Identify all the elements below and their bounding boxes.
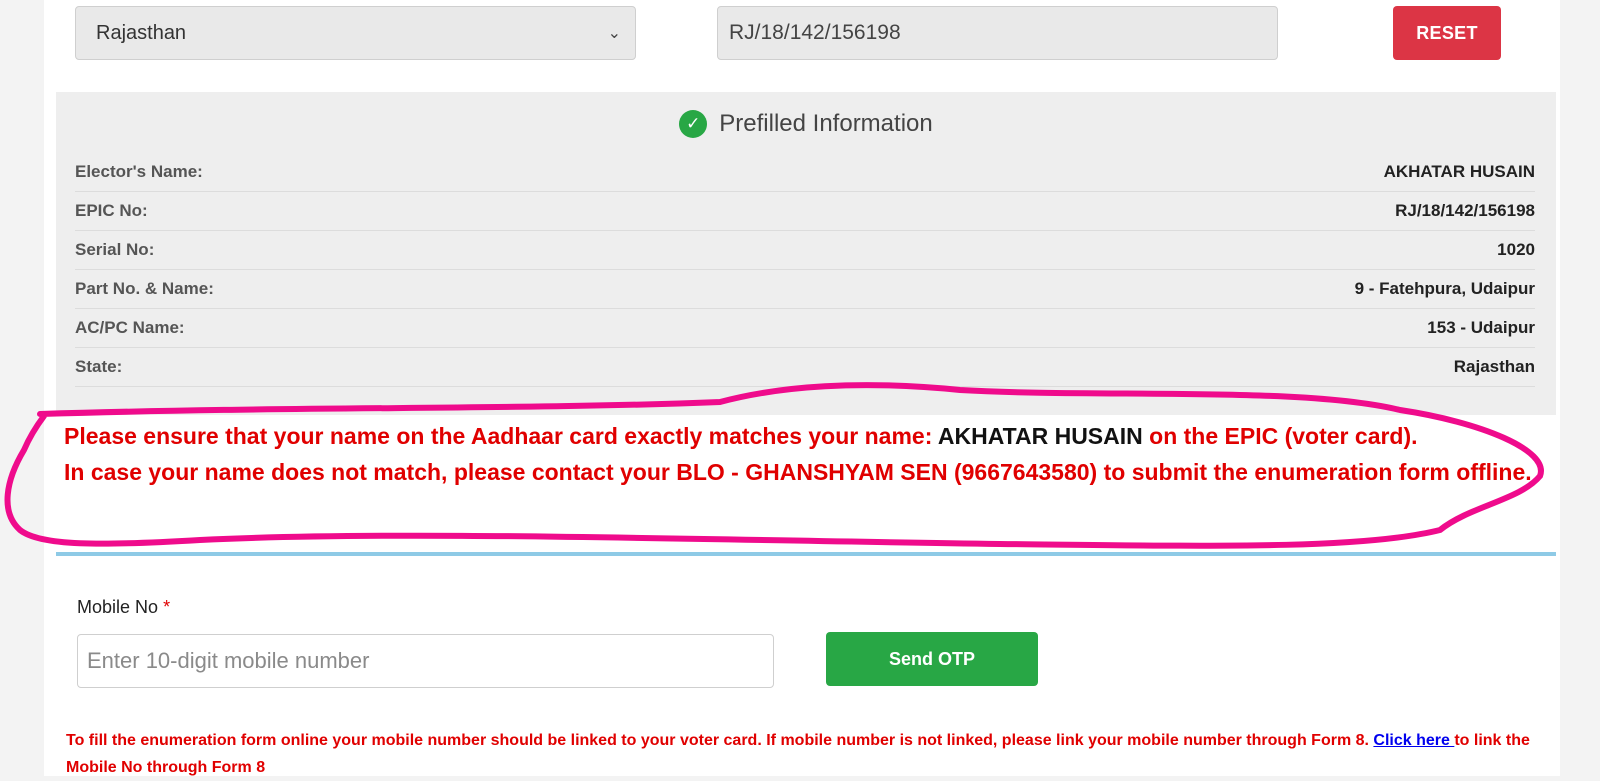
chevron-down-icon: ⌄ <box>607 25 621 42</box>
mobile-label-text: Mobile No <box>77 597 159 617</box>
mobile-number-input[interactable] <box>77 634 774 688</box>
reset-button[interactable]: RESET <box>1393 6 1501 60</box>
epic-number-field[interactable]: RJ/18/142/156198 <box>717 6 1278 60</box>
info-row-ac-pc-name: AC/PC Name: 153 - Udaipur <box>75 309 1535 348</box>
epic-number-value: RJ/18/142/156198 <box>729 21 901 44</box>
info-value: 1020 <box>1497 240 1535 259</box>
section-divider <box>56 552 1556 556</box>
send-otp-button[interactable]: Send OTP <box>826 632 1038 686</box>
warning-elector-name: AKHATAR HUSAIN <box>937 423 1143 449</box>
info-row-serial-no: Serial No: 1020 <box>75 231 1535 270</box>
warning-text: on the EPIC (voter card). <box>1142 423 1418 449</box>
info-value: 153 - Udaipur <box>1427 318 1535 337</box>
info-value: RJ/18/142/156198 <box>1395 201 1535 220</box>
warning-text: Please ensure that your name on the Aadh… <box>64 423 938 449</box>
mobile-label: Mobile No * <box>77 597 170 618</box>
state-select-value: Rajasthan <box>96 21 187 44</box>
info-row-epic-no: EPIC No: RJ/18/142/156198 <box>75 192 1535 231</box>
required-mark: * <box>163 597 171 617</box>
info-label: EPIC No: <box>75 201 148 220</box>
info-row-part-no: Part No. & Name: 9 - Fatehpura, Udaipur <box>75 270 1535 309</box>
prefilled-info-header: ✓ Prefilled Information <box>56 110 1556 138</box>
info-label: Serial No: <box>75 240 155 259</box>
info-value: Rajasthan <box>1453 357 1535 376</box>
check-circle-icon: ✓ <box>679 110 708 138</box>
info-value: 9 - Fatehpura, Udaipur <box>1354 279 1535 298</box>
info-label: State: <box>75 357 123 376</box>
prefilled-info-title: Prefilled Information <box>719 110 933 137</box>
warning-line-1: Please ensure that your name on the Aadh… <box>64 418 1534 454</box>
warning-line-2: In case your name does not match, please… <box>64 459 1532 485</box>
info-row-elector-name: Elector's Name: AKHATAR HUSAIN <box>75 153 1535 192</box>
form8-note-text: To fill the enumeration form online your… <box>66 732 1374 749</box>
form8-note: To fill the enumeration form online your… <box>66 727 1546 781</box>
name-mismatch-warning: Please ensure that your name on the Aadh… <box>64 418 1534 490</box>
info-label: Elector's Name: <box>75 162 203 181</box>
state-select[interactable]: Rajasthan ⌄ <box>75 6 636 60</box>
prefilled-info-panel: ✓ Prefilled Information Elector's Name: … <box>56 92 1556 415</box>
info-label: AC/PC Name: <box>75 318 185 337</box>
form8-click-here-link[interactable]: Click here <box>1373 732 1454 749</box>
info-value: AKHATAR HUSAIN <box>1383 162 1535 181</box>
info-label: Part No. & Name: <box>75 279 214 298</box>
